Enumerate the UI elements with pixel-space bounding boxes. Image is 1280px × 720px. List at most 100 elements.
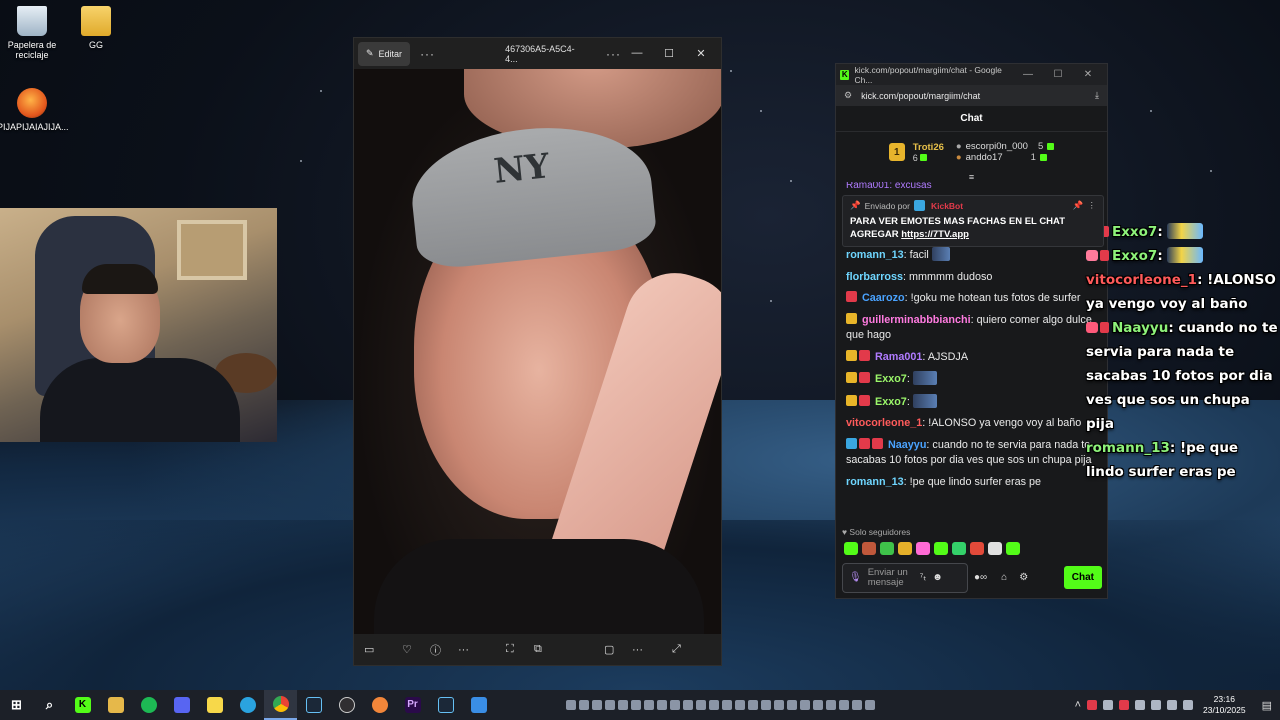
chat-username[interactable]: guillerminabbbianchi xyxy=(862,314,971,326)
tray-app-icon[interactable] xyxy=(1119,700,1130,710)
microphone-icon[interactable] xyxy=(1183,700,1194,710)
chat-username[interactable]: vitocorleone_1 xyxy=(846,417,922,429)
more-icon[interactable]: ··· xyxy=(632,644,672,656)
tray-app-icon[interactable] xyxy=(618,700,628,710)
tray-app-icon[interactable] xyxy=(670,700,680,710)
tray-app-icon[interactable] xyxy=(644,700,654,710)
heart-icon[interactable]: ♡ xyxy=(402,643,430,656)
emote-icon[interactable] xyxy=(844,542,858,555)
emoji-icon[interactable]: ☻ xyxy=(932,572,943,583)
tray-app-icon[interactable] xyxy=(605,700,615,710)
close-button[interactable]: ✕ xyxy=(685,47,717,60)
settings-icon[interactable]: ⚙ xyxy=(1019,572,1028,583)
emote-icon[interactable] xyxy=(934,542,948,555)
tray-app-icon[interactable] xyxy=(774,700,784,710)
tray-app-icon[interactable] xyxy=(709,700,719,710)
tray-app-icon[interactable] xyxy=(683,700,693,710)
taskbar-photos[interactable] xyxy=(462,690,495,720)
start-button[interactable]: ⊞ xyxy=(0,690,33,720)
emote-icon[interactable] xyxy=(970,542,984,555)
taskbar-obs[interactable] xyxy=(330,690,363,720)
unpin-icon[interactable]: 📌 xyxy=(1073,200,1084,211)
filter-icon[interactable]: ≡ xyxy=(836,172,1107,182)
maximize-button[interactable]: ☐ xyxy=(653,47,685,60)
tray-app-icon[interactable] xyxy=(566,700,576,710)
tray-app-icon[interactable] xyxy=(748,700,758,710)
chat-username[interactable]: Exxo7 xyxy=(875,396,907,408)
microphone-icon[interactable]: 🎙 xyxy=(849,572,862,583)
tray-app-icon[interactable] xyxy=(1087,700,1098,710)
leaderboard-third[interactable]: ● anddo17 1 xyxy=(956,152,1054,163)
chat-username[interactable]: Caarozo xyxy=(862,292,905,304)
close-button[interactable]: ✕ xyxy=(1073,69,1103,80)
tray-app-icon[interactable] xyxy=(787,700,797,710)
emote-icon[interactable] xyxy=(1006,542,1020,555)
chevron-up-icon[interactable]: ˄ xyxy=(1075,699,1081,711)
chat-input[interactable]: 🎙 Enviar un mensaje ⁷ₜ ☻ xyxy=(842,562,968,593)
tray-app-icon[interactable] xyxy=(761,700,771,710)
emote-icon[interactable] xyxy=(880,542,894,555)
tray-app-icon[interactable] xyxy=(826,700,836,710)
taskbar-fl-studio[interactable] xyxy=(363,690,396,720)
edit-button[interactable]: ✎ Editar xyxy=(358,41,411,66)
send-chat-button[interactable]: Chat xyxy=(1063,566,1102,589)
tray-app-icon[interactable] xyxy=(813,700,823,710)
more-icon[interactable]: ··· xyxy=(606,47,621,61)
tray-app-icon[interactable] xyxy=(722,700,732,710)
taskbar-chrome[interactable] xyxy=(264,690,297,720)
more-icon[interactable]: ··· xyxy=(458,644,498,656)
minimize-button[interactable]: — xyxy=(621,47,653,60)
address-bar[interactable]: ⚙ kick.com/popout/margiim/chat ⤓ xyxy=(836,85,1107,106)
crop-icon[interactable]: ⛶ xyxy=(506,643,534,656)
leaderboard-second[interactable]: ● escorpi0n_000 5 xyxy=(956,141,1055,152)
chat-username[interactable]: Exxo7 xyxy=(875,373,907,385)
emote-icon[interactable] xyxy=(916,542,930,555)
chat-username[interactable]: romann_13 xyxy=(846,476,904,488)
tray-app-icon[interactable] xyxy=(592,700,602,710)
taskbar-steam[interactable] xyxy=(297,690,330,720)
emote-icon[interactable] xyxy=(988,542,1002,555)
more-icon[interactable]: ⋮ xyxy=(1088,200,1097,211)
more-icon[interactable]: ··· xyxy=(420,47,435,61)
translate-icon[interactable]: ⁷ₜ xyxy=(920,572,927,583)
tray-app-icon[interactable] xyxy=(696,700,706,710)
tray-app-icon[interactable] xyxy=(631,700,641,710)
network-icon[interactable] xyxy=(1151,700,1162,710)
volume-icon[interactable] xyxy=(1167,700,1178,710)
tray-app-icon[interactable] xyxy=(657,700,667,710)
desktop-icon-gg[interactable]: GG xyxy=(61,6,131,50)
taskbar-discord[interactable] xyxy=(165,690,198,720)
maximize-button[interactable]: ☐ xyxy=(1043,69,1073,80)
taskbar-telegram[interactable] xyxy=(231,690,264,720)
chat-username[interactable]: romann_13 xyxy=(846,249,904,261)
tray-app-icon[interactable] xyxy=(839,700,849,710)
filmstrip-icon[interactable]: ▭ xyxy=(364,643,394,656)
minimize-button[interactable]: — xyxy=(1013,69,1043,80)
points-icon[interactable]: ●∞ xyxy=(974,572,987,583)
enhance-icon[interactable]: ⧉ xyxy=(534,643,604,656)
fit-icon[interactable]: ▢ xyxy=(604,643,632,656)
emote-icon[interactable] xyxy=(952,542,966,555)
taskbar-steam-2[interactable] xyxy=(429,690,462,720)
chat-username[interactable]: Rama001 xyxy=(875,351,922,363)
tray-app-icon[interactable] xyxy=(735,700,745,710)
taskbar-premiere[interactable]: Pr xyxy=(396,690,429,720)
emote-icon[interactable] xyxy=(862,542,876,555)
tray-app-icon[interactable] xyxy=(579,700,589,710)
tray-app-icon[interactable] xyxy=(852,700,862,710)
emote-icon[interactable] xyxy=(898,542,912,555)
taskbar-kick[interactable]: K xyxy=(66,690,99,720)
tray-app-icon[interactable] xyxy=(865,700,875,710)
info-icon[interactable]: ⓘ xyxy=(430,642,458,658)
tray-app-icon[interactable] xyxy=(1103,700,1114,710)
taskbar-file-explorer[interactable] xyxy=(99,690,132,720)
search-button[interactable]: ⌕ xyxy=(33,690,66,720)
site-settings-icon[interactable]: ⚙ xyxy=(844,90,852,101)
download-icon[interactable]: ⤓ xyxy=(1095,90,1099,101)
leaderboard-first[interactable]: Troti26 6 xyxy=(913,142,944,163)
chat-username[interactable]: florbarross xyxy=(846,271,903,283)
notification-icon[interactable]: ▤ xyxy=(1262,699,1272,712)
clock[interactable]: 23:16 23/10/2025 xyxy=(1203,694,1246,716)
taskbar-sticky-notes[interactable] xyxy=(198,690,231,720)
desktop-icon-fl-studio[interactable]: PIJAPIJAIAJIJA... xyxy=(0,88,69,132)
